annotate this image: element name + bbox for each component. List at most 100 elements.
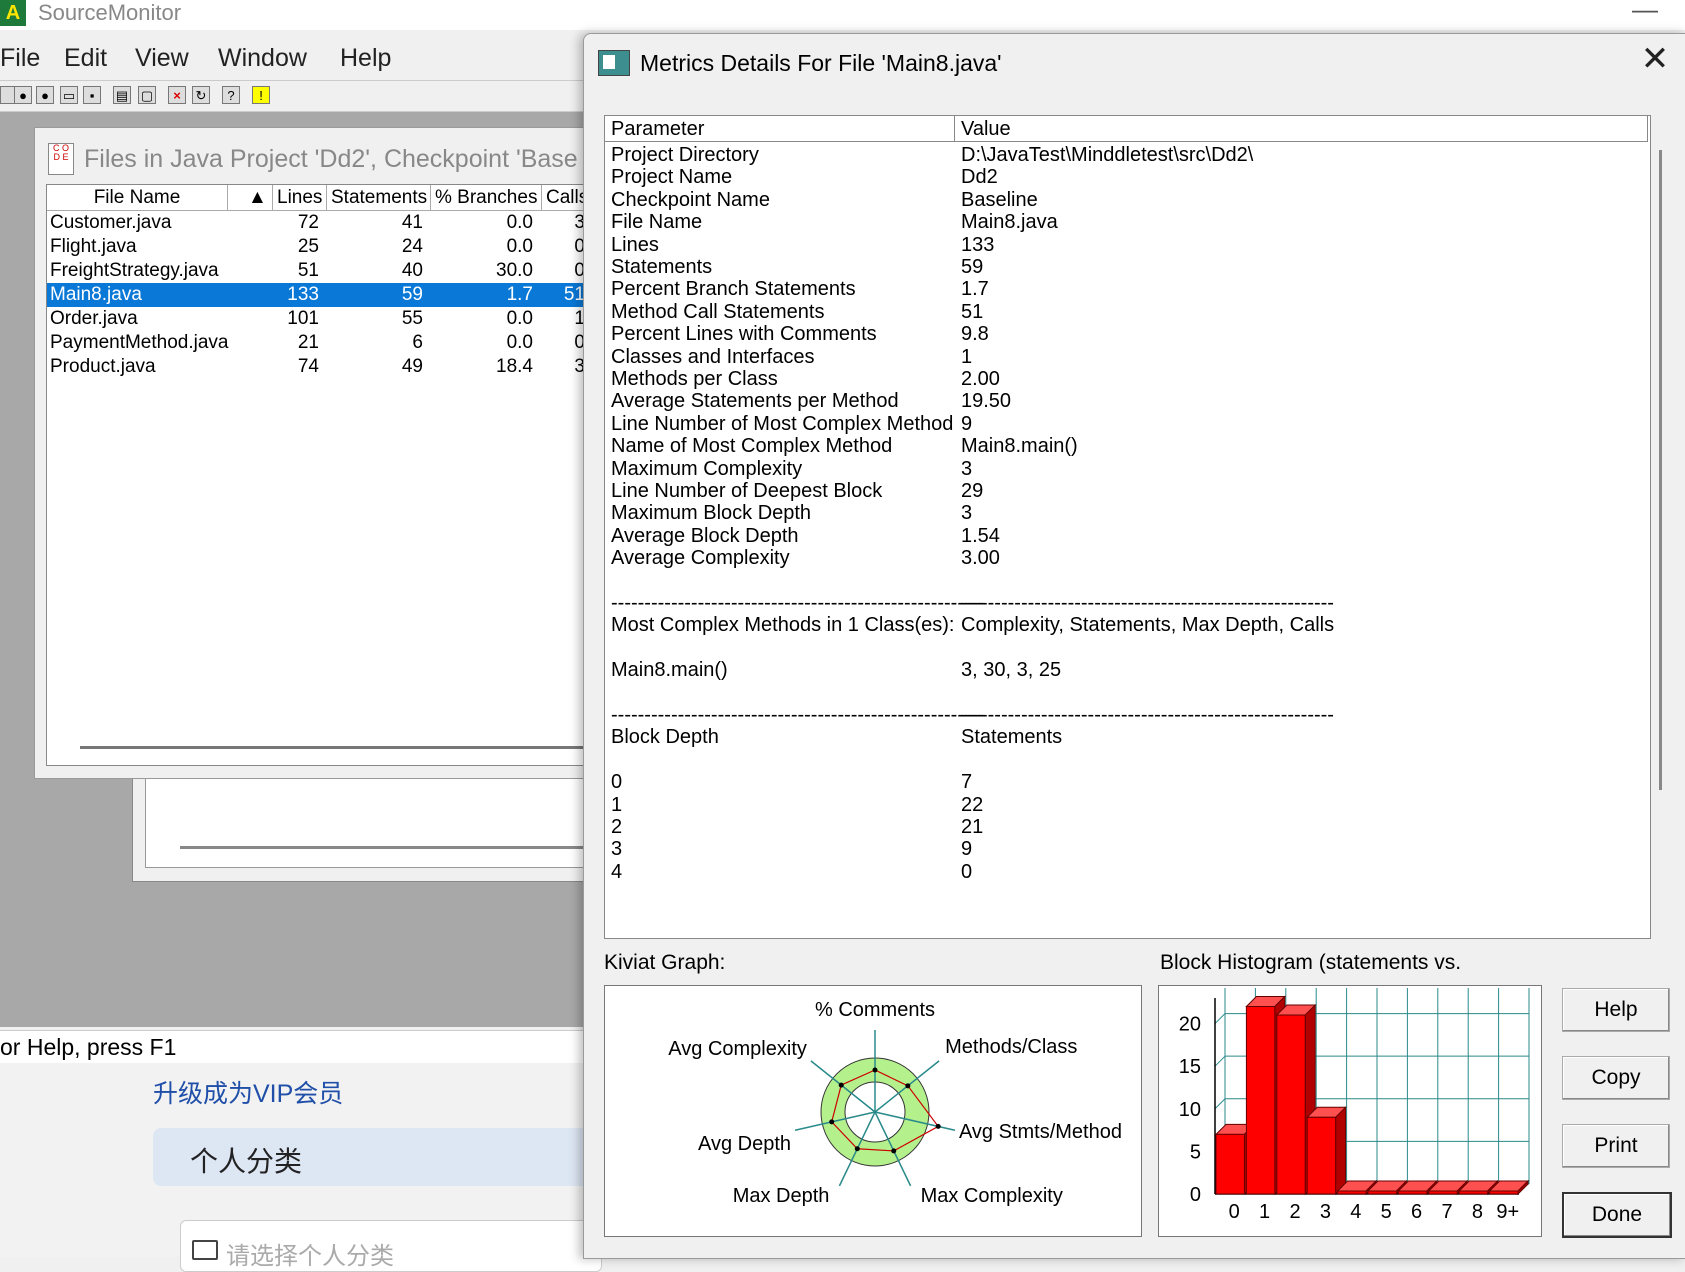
details-row[interactable]: Checkpoint Name Baseline [605, 188, 1625, 212]
delete-icon[interactable]: × [168, 86, 186, 104]
menu-window[interactable]: Window [218, 44, 307, 73]
files-horizontal-scrollbar[interactable] [80, 746, 600, 749]
details-row[interactable]: Classes and Interfaces 1 [605, 345, 1625, 369]
details-row[interactable]: Method Call Statements 51 [605, 300, 1625, 324]
file-row[interactable]: FreightStrategy.java 51 40 30.0 0 [47, 259, 601, 283]
details-row[interactable]: Lines 133 [605, 233, 1625, 257]
details-row[interactable]: Average Block Depth 1.54 [605, 524, 1625, 548]
details-row[interactable]: Maximum Complexity 3 [605, 457, 1625, 481]
files-list[interactable]: File Name ▲ Lines Statements % Branches … [46, 184, 602, 766]
parameter-cell: Statements [611, 256, 713, 278]
value-cell: 7 [961, 771, 973, 794]
done-button[interactable]: Done [1562, 1192, 1672, 1238]
menu-edit[interactable]: Edit [64, 44, 107, 73]
parameter-cell: ----------------------------------------… [611, 592, 984, 614]
parameter-cell: Line Number of Most Complex Method [611, 412, 954, 435]
details-row[interactable]: Average Statements per Method 19.50 [605, 389, 1625, 413]
value-cell: ----------------------------------------… [961, 592, 1334, 614]
file-row[interactable]: Flight.java 25 24 0.0 0 [47, 235, 601, 259]
help-button[interactable]: Help [1562, 988, 1670, 1032]
metrics-window-icon-page [603, 55, 615, 69]
block-histogram: 0 5 10 15 20 0 1 2 3 4 5 6 7 8 9+ [1158, 985, 1542, 1237]
minimize-button[interactable]: — [1630, 0, 1660, 24]
details-row[interactable]: 07 [605, 770, 1625, 794]
details-row[interactable] [605, 569, 1625, 593]
print-icon[interactable]: ▤ [113, 86, 131, 104]
parameter-cell: Most Complex Methods in 1 Class(es): [611, 614, 955, 637]
details-vertical-scrollbar[interactable] [1659, 150, 1662, 790]
file-row[interactable]: Main8.java 133 59 1.7 51 [47, 283, 601, 307]
tip-icon[interactable]: ! [252, 86, 270, 104]
close-button[interactable]: ✕ [1638, 42, 1672, 76]
file-row[interactable]: Order.java 101 55 0.0 1 [47, 307, 601, 331]
details-row[interactable]: Percent Lines with Comments 9.8 [605, 322, 1625, 346]
dialog-title: Metrics Details For File 'Main8.java' [640, 50, 1002, 76]
print-preview-icon[interactable]: ▢ [138, 86, 156, 104]
column-header-value[interactable]: Value [955, 116, 1648, 142]
value-cell: 3 [961, 457, 973, 480]
value-cell: Statements [961, 726, 1063, 749]
context-help-icon[interactable]: ? [222, 86, 240, 104]
column-header-lines[interactable]: Lines [273, 185, 327, 211]
details-row[interactable]: Maximum Block Depth 3 [605, 501, 1625, 525]
column-header-parameter[interactable]: Parameter [605, 116, 955, 142]
file-row[interactable]: Customer.java 72 41 0.0 3 [47, 211, 601, 235]
kiviat-axis-label: Max Depth [733, 1185, 830, 1207]
details-row[interactable]: Percent Branch Statements 1.7 [605, 277, 1625, 301]
value-cell: 3.00 [961, 547, 1000, 570]
histogram-bar [1215, 1133, 1245, 1195]
file-row[interactable]: Product.java 74 49 18.4 3 [47, 355, 601, 379]
column-header-file-name[interactable]: File Name [47, 185, 228, 211]
details-row[interactable]: ----------------------------------------… [605, 591, 1625, 615]
details-row[interactable]: 2 21 [605, 815, 1625, 839]
details-row[interactable]: Project Name Dd2 [605, 165, 1625, 189]
value-cell: 1.54 [961, 524, 1000, 547]
file-row[interactable]: PaymentMethod.java 21 6 0.0 0 [47, 331, 601, 355]
details-row[interactable] [605, 681, 1625, 705]
calls-cell: 51 [563, 284, 585, 305]
checkpoint-icon[interactable]: ● [36, 86, 54, 104]
menu-file[interactable]: File [0, 44, 40, 73]
details-row[interactable]: Most Complex Methods in 1 Class(es): Comp… [605, 613, 1625, 637]
details-row[interactable]: Average Complexity 3.00 [605, 546, 1625, 570]
details-row[interactable]: File Name Main8.java [605, 210, 1625, 234]
details-row[interactable]: Main8.main() 3, 30, 3, 25 [605, 658, 1625, 682]
value-cell: 21 [961, 816, 984, 838]
copy-button[interactable]: Copy [1562, 1056, 1670, 1100]
details-row[interactable]: Methods per Class 2.00 [605, 367, 1625, 391]
details-row[interactable]: Project Directory D:\JavaTest\Minddletest… [605, 143, 1625, 167]
details-row[interactable]: Line Number of Deepest Block 29 [605, 479, 1625, 503]
parameter-cell: Average Block Depth [611, 524, 799, 547]
print-button[interactable]: Print [1562, 1124, 1670, 1168]
details-row[interactable]: 39 [605, 837, 1625, 861]
open-project-icon[interactable]: ● [14, 86, 32, 104]
kiviat-point [891, 1148, 897, 1154]
details-row[interactable]: 1 22 [605, 793, 1625, 817]
details-row[interactable]: Statements 59 [605, 255, 1625, 279]
save-icon[interactable]: ▪ [83, 86, 101, 104]
histogram-bar [1337, 1190, 1367, 1195]
details-row[interactable]: 40 [605, 860, 1625, 884]
details-row[interactable]: Line Number of Most Complex Method 9 [605, 412, 1625, 436]
column-header-branches[interactable]: % Branches [431, 185, 542, 211]
details-row[interactable]: ----------------------------------------… [605, 703, 1625, 727]
calls-cell: 0 [574, 236, 585, 257]
value-cell: Main8.main() [961, 435, 1078, 458]
histogram-x-tick-label: 1 [1259, 1201, 1270, 1223]
calls-cell: 1 [574, 308, 585, 329]
details-row[interactable] [605, 748, 1625, 772]
refresh-icon[interactable]: ↻ [192, 86, 210, 104]
sort-ascending-icon[interactable]: ▲ [228, 185, 273, 211]
background-horizontal-scrollbar[interactable] [180, 846, 600, 849]
metrics-details-list[interactable]: Parameter Value Project Directory D:\Java… [604, 115, 1651, 939]
column-header-statements[interactable]: Statements [327, 185, 431, 211]
details-row[interactable]: Name of Most Complex Method Main8.main() [605, 434, 1625, 458]
menu-view[interactable]: View [135, 44, 189, 73]
details-row[interactable] [605, 636, 1625, 660]
vip-upgrade-link[interactable]: 升级成为VIP会员 [153, 1074, 343, 1110]
parameter-cell: Project Directory [611, 144, 759, 166]
menu-help[interactable]: Help [340, 44, 391, 73]
details-row[interactable]: Block Depth Statements [605, 725, 1625, 749]
open-folder-icon[interactable]: ▭ [60, 86, 78, 104]
calls-cell: 0 [574, 260, 585, 281]
